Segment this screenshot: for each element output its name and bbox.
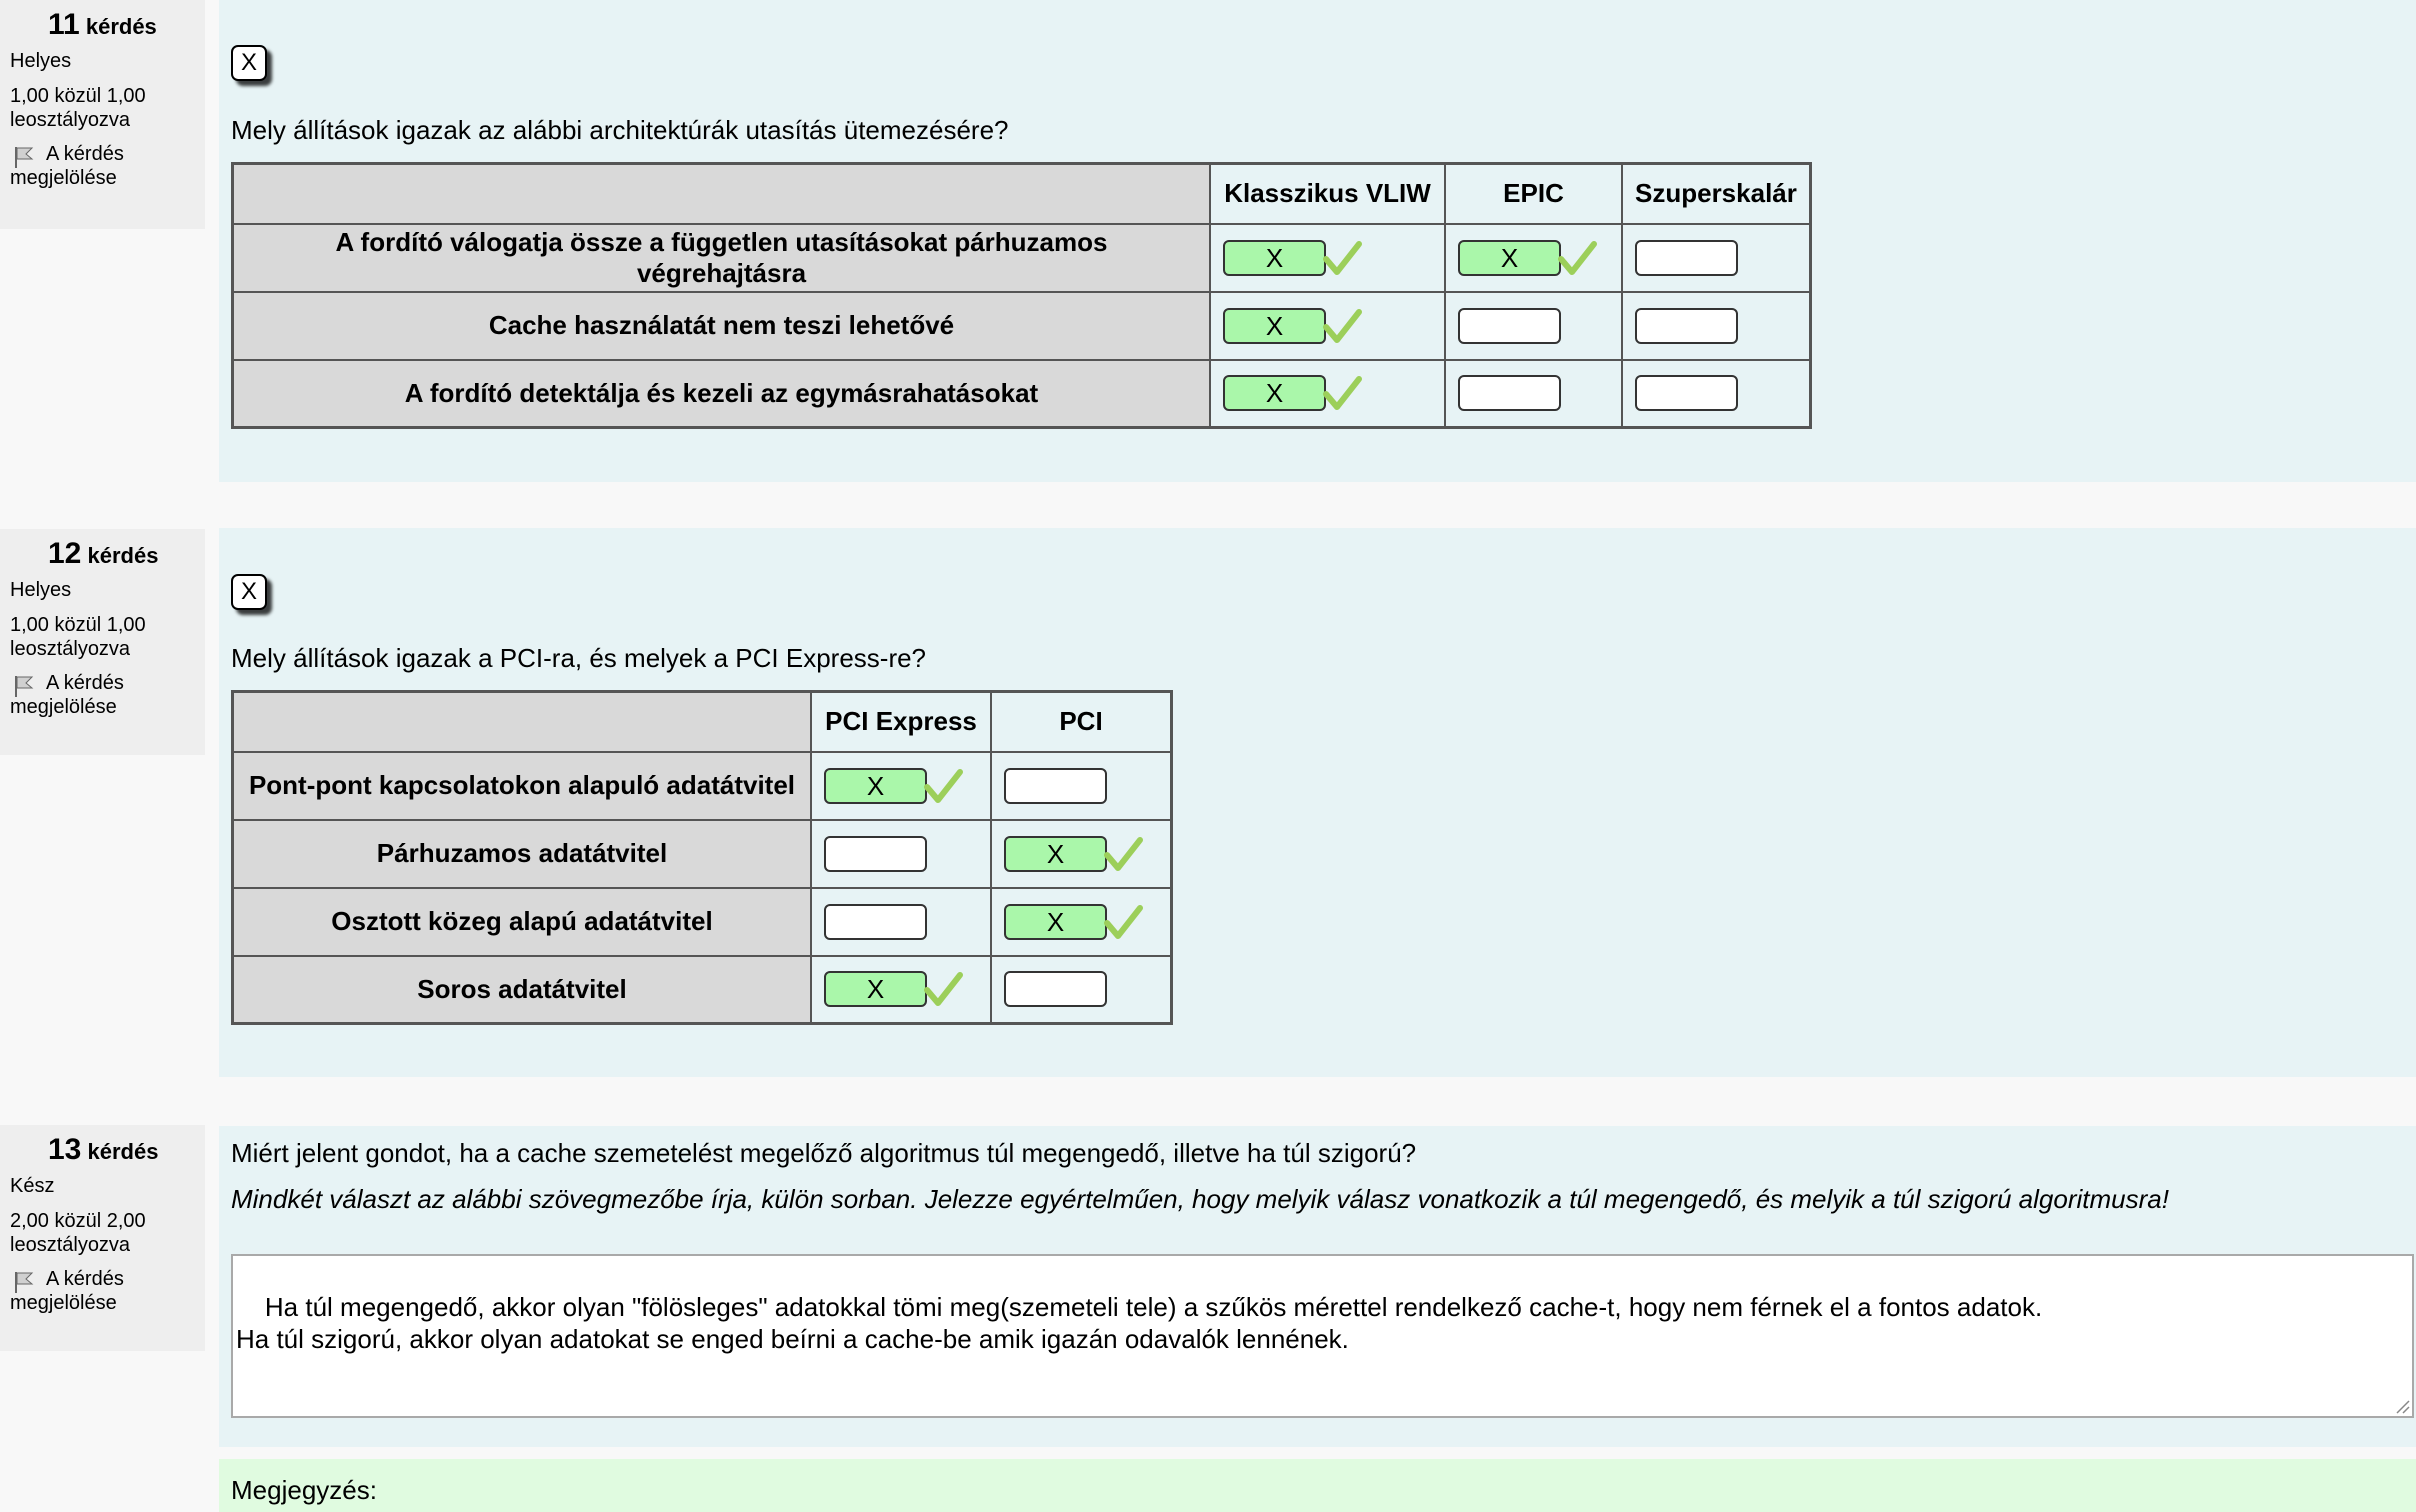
answer-box[interactable] <box>1458 307 1561 344</box>
question-text: Mely állítások igazak a PCI-ra, és melye… <box>231 643 927 673</box>
answer-box-selected[interactable]: X <box>1458 239 1561 276</box>
answer-box[interactable] <box>1635 307 1738 344</box>
question-number: 13 kérdés <box>48 1133 159 1166</box>
flag-icon <box>15 676 34 697</box>
question-text: Mely állítások igazak az alábbi architek… <box>231 115 1009 145</box>
question-state: Kész <box>10 1175 55 1197</box>
correct-tick-icon <box>1558 240 1597 275</box>
answer-box[interactable] <box>1004 971 1107 1008</box>
matrix-cell <box>990 750 1173 821</box>
matrix-cell: X <box>990 886 1173 957</box>
row-label: Pont-pont kapcsolatokon alapuló adatátvi… <box>231 750 812 821</box>
answer-box-selected[interactable]: X <box>1223 239 1326 276</box>
correct-tick-icon <box>1323 240 1362 275</box>
question-info-11: 11 kérdés Helyes 1,00 közül 1,00 leosztál… <box>0 0 205 229</box>
row-label: A fordító válogatja össze a független ut… <box>231 222 1211 293</box>
flag-question-link[interactable]: A kérdés megjelölése <box>10 1267 205 1315</box>
question-grade: 2,00 közül 2,00 leosztályozva <box>10 1210 146 1256</box>
correct-tick-icon <box>1323 308 1362 343</box>
question-content-11: X Mely állítások igazak az alábbi archit… <box>219 0 2416 482</box>
column-header: Szuperskalár <box>1620 162 1812 225</box>
column-header: PCI Express <box>810 690 992 753</box>
flag-icon <box>15 147 34 168</box>
flag-icon <box>15 1272 34 1293</box>
matrix-cell <box>810 886 992 957</box>
column-header: PCI <box>990 690 1173 753</box>
matrix-cell: X <box>810 954 992 1025</box>
row-label: Cache használatát nem teszi lehetővé <box>231 290 1211 361</box>
answer-box-selected[interactable]: X <box>824 767 927 804</box>
answer-box[interactable] <box>1635 239 1738 276</box>
matrix-cell: X <box>1209 222 1446 293</box>
matrix-cell <box>990 954 1173 1025</box>
matrix-cell: X <box>990 818 1173 889</box>
question-grade: 1,00 közül 1,00 leosztályozva <box>10 614 146 660</box>
answer-matrix: PCI Express PCI Pont-pont kapcsolatokon … <box>231 690 1173 1025</box>
answer-box-selected[interactable]: X <box>1223 307 1326 344</box>
question-state: Helyes <box>10 579 72 601</box>
correct-tick-icon <box>924 972 963 1007</box>
resize-grip-icon[interactable] <box>2392 1396 2410 1414</box>
question-number: 12 kérdés <box>48 537 159 570</box>
question-grade: 1,00 közül 1,00 leosztályozva <box>10 85 146 131</box>
flag-question-link[interactable]: A kérdés megjelölése <box>10 671 205 719</box>
question-info-12: 12 kérdés Helyes 1,00 közül 1,00 leosztál… <box>0 529 205 755</box>
question-text: Miért jelent gondot, ha a cache szemetel… <box>231 1138 1417 1168</box>
close-button[interactable]: X <box>231 45 267 81</box>
answer-box[interactable] <box>1458 375 1561 412</box>
question-number: 11 kérdés <box>48 8 157 41</box>
answer-box-selected[interactable]: X <box>1004 835 1107 872</box>
answer-box-selected[interactable]: X <box>824 971 927 1008</box>
answer-box[interactable] <box>1635 375 1738 412</box>
column-header: Klasszikus VLIW <box>1209 162 1446 225</box>
row-label: Párhuzamos adatátvitel <box>231 818 812 889</box>
flag-question-link[interactable]: A kérdés megjelölése <box>10 142 205 190</box>
close-button[interactable]: X <box>231 574 267 610</box>
matrix-cell <box>1620 290 1812 361</box>
correct-tick-icon <box>1104 836 1143 871</box>
answer-box[interactable] <box>824 903 927 940</box>
matrix-cell <box>810 818 992 889</box>
question-content-13: Miért jelent gondot, ha a cache szemetel… <box>219 1126 2416 1447</box>
answer-box-selected[interactable]: X <box>1004 903 1107 940</box>
question-info-13: 13 kérdés Kész 2,00 közül 2,00 leosztályo… <box>0 1125 205 1351</box>
correct-tick-icon <box>924 768 963 803</box>
comment-label: Megjegyzés: <box>231 1475 377 1505</box>
matrix-cell: X <box>1209 358 1446 429</box>
comment-section: Megjegyzés: <box>219 1459 2416 1512</box>
row-label: Osztott közeg alapú adatátvitel <box>231 886 812 957</box>
matrix-cell <box>1620 358 1812 429</box>
matrix-cell <box>1444 290 1623 361</box>
row-label: A fordító detektálja és kezeli az egymás… <box>231 358 1211 429</box>
answer-box[interactable] <box>1004 767 1107 804</box>
matrix-cell: X <box>1444 222 1623 293</box>
matrix-cell: X <box>810 750 992 821</box>
answer-text: Ha túl megengedő, akkor olyan "fölöslege… <box>236 1292 2043 1354</box>
question-state: Helyes <box>10 50 72 72</box>
matrix-cell <box>1444 358 1623 429</box>
matrix-corner <box>231 690 812 753</box>
matrix-corner <box>231 162 1211 225</box>
correct-tick-icon <box>1323 376 1362 411</box>
answer-matrix: Klasszikus VLIW EPIC Szuperskalár A ford… <box>231 162 1812 429</box>
matrix-cell: X <box>1209 290 1446 361</box>
answer-box-selected[interactable]: X <box>1223 375 1326 412</box>
question-content-12: X Mely állítások igazak a PCI-ra, és mel… <box>219 528 2416 1077</box>
row-label: Soros adatátvitel <box>231 954 812 1025</box>
column-header: EPIC <box>1444 162 1623 225</box>
correct-tick-icon <box>1104 904 1143 939</box>
matrix-cell <box>1620 222 1812 293</box>
answer-textarea[interactable]: Ha túl megengedő, akkor olyan "fölöslege… <box>231 1254 2414 1418</box>
question-instruction: Mindkét választ az alábbi szövegmezőbe í… <box>231 1184 2169 1214</box>
answer-box[interactable] <box>824 835 927 872</box>
